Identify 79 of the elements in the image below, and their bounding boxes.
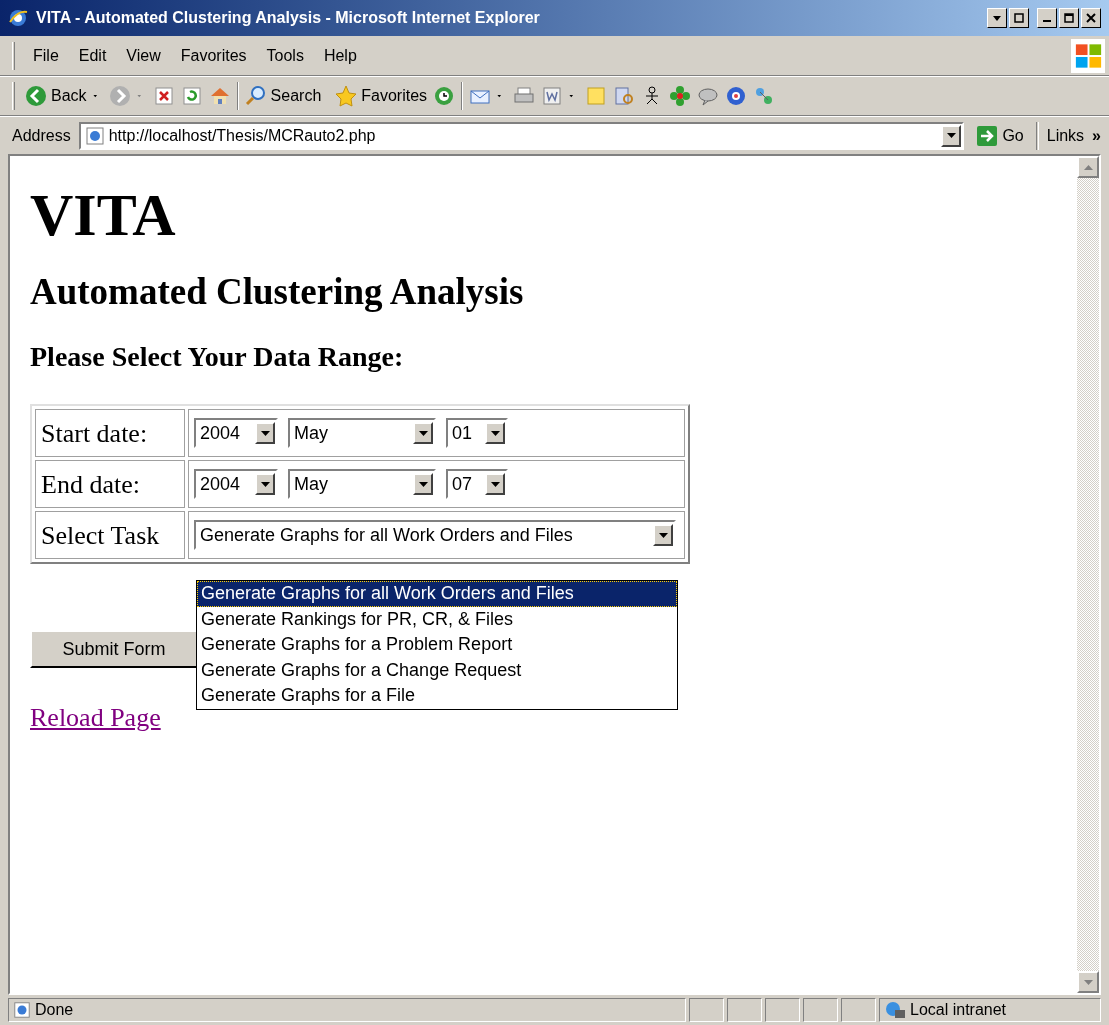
history-icon[interactable] (433, 85, 456, 107)
window-button[interactable] (1037, 8, 1057, 28)
page-title: VITA (30, 181, 177, 250)
caret-icon (992, 13, 1002, 23)
status-pane (803, 998, 838, 1022)
caret-icon (946, 133, 956, 138)
label-cell: Select Task (35, 511, 185, 559)
maximize-icon (1064, 13, 1074, 23)
address-field[interactable]: http://localhost/Thesis/MCRauto2.php (78, 121, 965, 150)
star-icon (335, 85, 358, 107)
up-arrow-icon (1083, 164, 1093, 170)
status-pane (689, 998, 724, 1022)
window-title: VITA - Automated Clustering Analysis - Microsoft Internet Explorer (36, 8, 541, 28)
caret-icon (490, 430, 500, 436)
minimize-icon (1043, 19, 1051, 22)
stop-icon[interactable] (152, 85, 175, 107)
refresh-icon[interactable] (180, 85, 203, 107)
menu-item[interactable]: Help (313, 43, 367, 68)
menu-item[interactable]: File (23, 43, 69, 68)
month-select[interactable]: May (288, 469, 436, 499)
links-button[interactable]: Links (1046, 123, 1085, 148)
menu-item[interactable]: Favorites (170, 43, 257, 68)
day-select[interactable]: 07 (446, 469, 508, 499)
page-subtitle: Automated Clustering Analysis (30, 270, 525, 314)
search-icon (244, 85, 267, 107)
go-button[interactable]: Go (972, 123, 1028, 148)
dropdown-option[interactable]: Generate Graphs for a Change Request (197, 657, 677, 683)
task-select[interactable]: Generate Graphs for all Work Orders and Files (194, 520, 676, 550)
dropdown-option[interactable]: Generate Graphs for all Work Orders and Files (197, 581, 677, 607)
window-button[interactable] (1081, 8, 1101, 28)
down-arrow-icon (1083, 979, 1093, 985)
submit-button[interactable]: Submit Form (30, 630, 198, 668)
window-button[interactable] (1009, 8, 1029, 28)
dropdown-option[interactable]: Generate Graphs for a Problem Report (197, 632, 677, 658)
window-button[interactable] (1059, 8, 1079, 28)
forward-icon[interactable] (108, 85, 131, 107)
zone-text: Local intranet (910, 1000, 1007, 1020)
address-label: Address (12, 125, 71, 146)
scrollbar[interactable] (1077, 156, 1099, 993)
menu-item[interactable]: View (116, 43, 171, 68)
speech-bubble-icon[interactable] (697, 85, 720, 107)
close-icon (1086, 13, 1096, 23)
status-text: Done (35, 1000, 74, 1020)
section-heading: Please Select Your Data Range: (30, 340, 405, 374)
back-button[interactable]: Back (25, 84, 87, 108)
menu-item[interactable]: Tools (256, 43, 314, 68)
caret-icon (658, 532, 668, 538)
scroll-down-button[interactable] (1077, 971, 1099, 993)
square-icon (1014, 13, 1024, 23)
dropdown-option[interactable]: Generate Graphs for a File (197, 683, 677, 709)
reload-link[interactable]: Reload Page (30, 698, 161, 737)
page-icon (84, 125, 105, 146)
globe-icon (884, 1000, 906, 1020)
menu-item[interactable]: Edit (68, 43, 117, 68)
caret-icon (418, 481, 428, 487)
search-button[interactable]: Search (244, 84, 322, 108)
status-pane (841, 998, 876, 1022)
day-select[interactable]: 01 (446, 418, 508, 448)
status-pane (765, 998, 800, 1022)
window-button[interactable] (987, 8, 1007, 28)
year-select[interactable]: 2004 (194, 418, 278, 448)
caret-icon (490, 481, 500, 487)
browser-icon (8, 8, 28, 28)
year-select[interactable]: 2004 (194, 469, 278, 499)
status-pane (727, 998, 762, 1022)
logo-icon (1071, 38, 1105, 73)
scroll-up-button[interactable] (1077, 156, 1099, 178)
dropdown-option[interactable]: Generate Rankings for PR, CR, & Files (197, 606, 677, 632)
caret-icon (418, 430, 428, 436)
caret-icon (260, 430, 270, 436)
label-cell: End date: (35, 460, 185, 508)
flower-icon[interactable] (669, 85, 692, 107)
month-select[interactable]: May (288, 418, 436, 448)
page-icon (13, 1001, 31, 1019)
label-cell: Start date: (35, 409, 185, 457)
caret-icon (260, 481, 270, 487)
document-icon[interactable] (541, 85, 564, 107)
more-button[interactable]: » (1092, 123, 1105, 148)
favorites-button[interactable]: Favorites (335, 84, 428, 108)
